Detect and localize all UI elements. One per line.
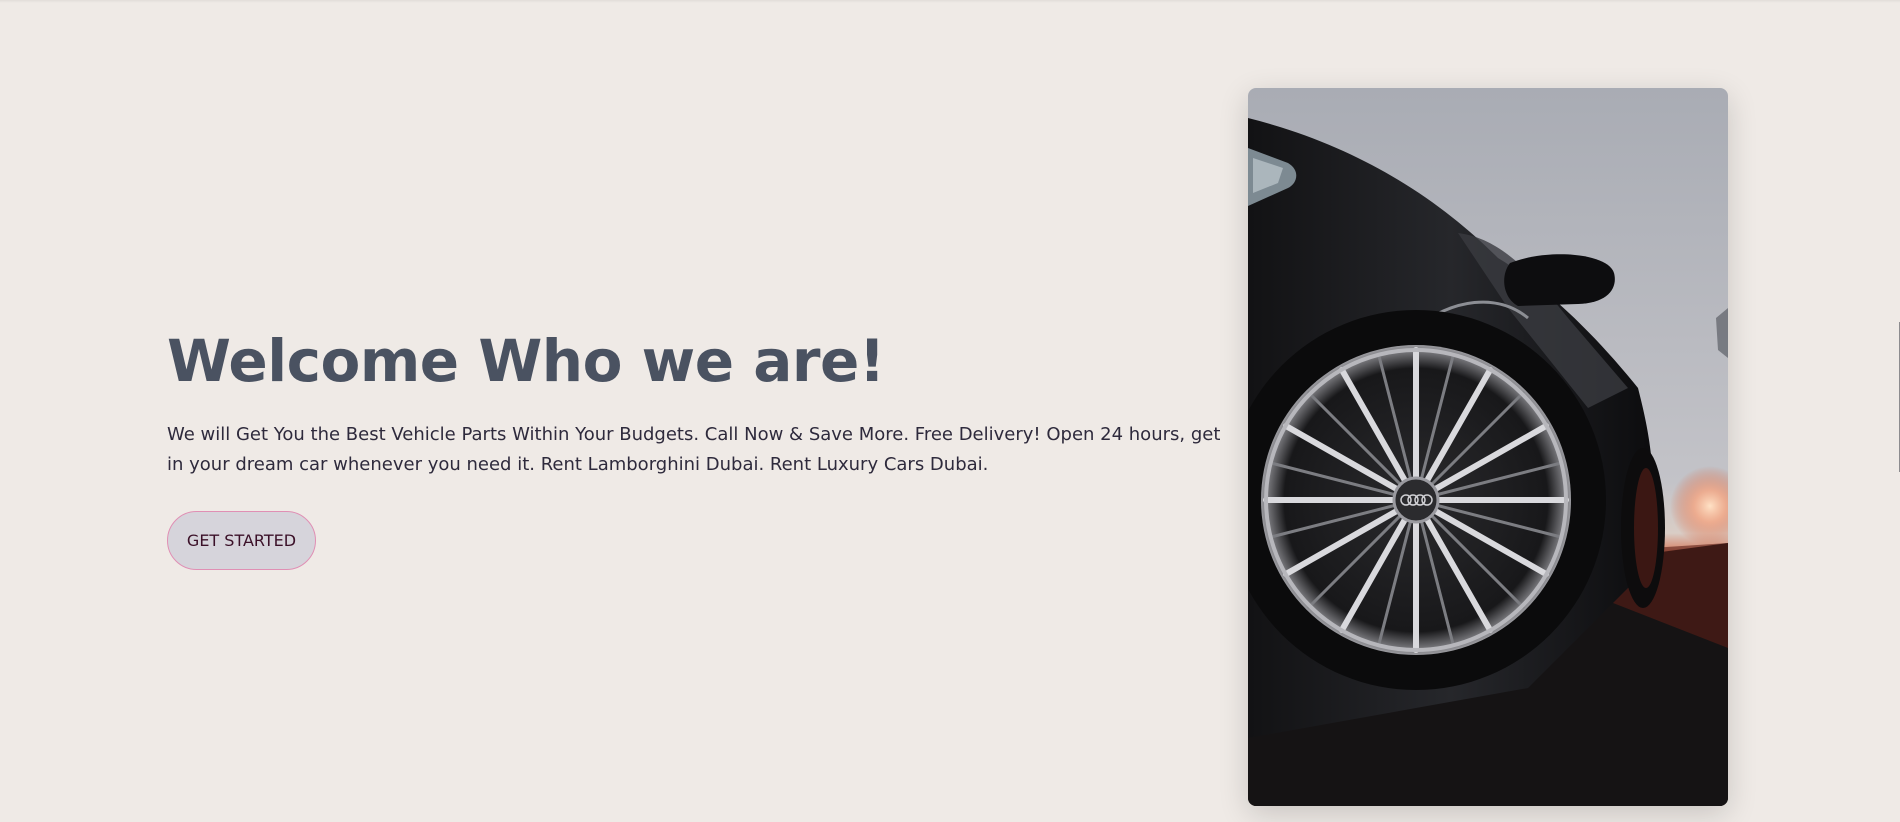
hero-title: Welcome Who we are! bbox=[167, 327, 885, 395]
hero-section: Welcome Who we are! We will Get You the … bbox=[167, 322, 1227, 570]
hero-car-image bbox=[1248, 88, 1728, 806]
get-started-button[interactable]: GET STARTED bbox=[167, 511, 316, 570]
hero-description: We will Get You the Best Vehicle Parts W… bbox=[167, 424, 1221, 475]
top-edge-shadow bbox=[0, 0, 1900, 3]
